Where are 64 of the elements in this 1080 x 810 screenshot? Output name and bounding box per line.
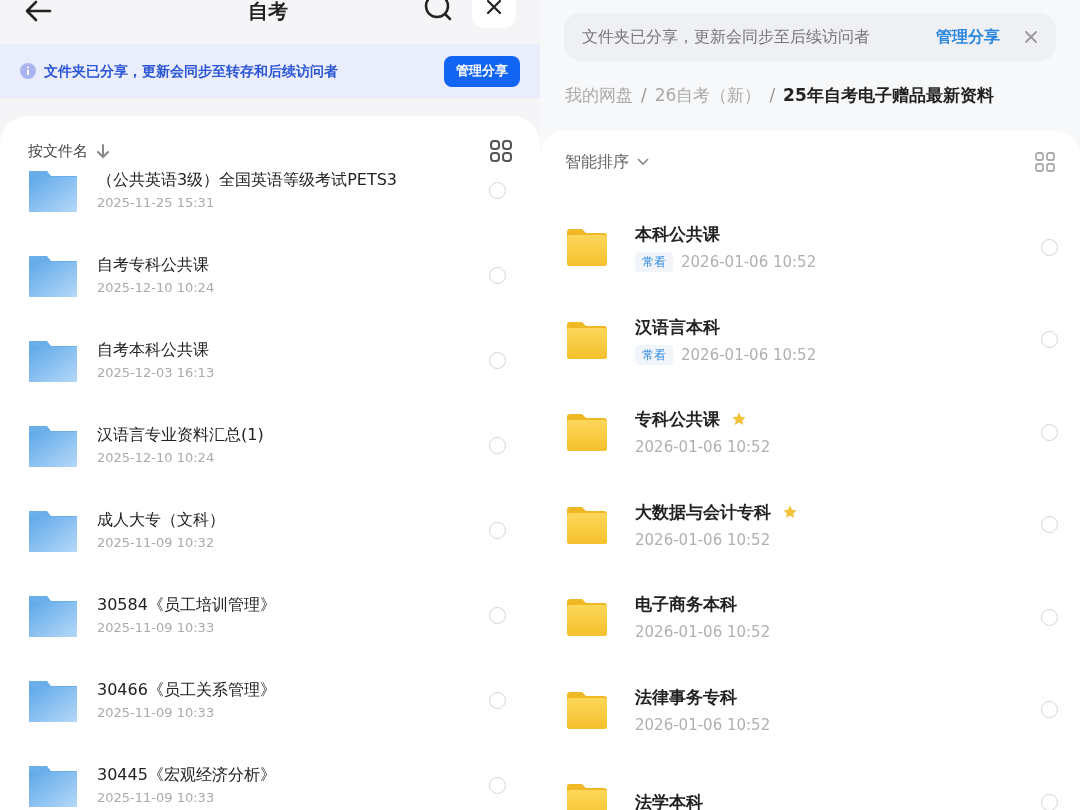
- folder-icon[interactable]: [567, 413, 607, 452]
- modified-date: 2025-12-10 10:24: [97, 279, 216, 297]
- folder-name[interactable]: 大数据与会计专科: [635, 499, 771, 524]
- modified-date: 2025-11-09 10:32: [97, 534, 216, 552]
- modified-date: 2025-11-09 10:33: [97, 789, 216, 807]
- breadcrumb-item[interactable]: 25年自考电子赠品最新资料: [783, 83, 994, 109]
- folder-icon[interactable]: [29, 593, 77, 638]
- share-notice: 文件夹已分享，更新会同步至转存和后续访问者: [44, 61, 339, 81]
- grid-view-icon[interactable]: [490, 140, 512, 162]
- breadcrumb-separator: /: [769, 84, 776, 108]
- modified-date: 2026-01-06 10:52: [681, 252, 817, 273]
- folder-icon[interactable]: [29, 678, 77, 723]
- modified-date: 2025-11-25 15:31: [97, 194, 216, 212]
- modified-date: 2025-11-09 10:33: [97, 704, 216, 722]
- folder-icon[interactable]: [567, 783, 607, 810]
- folder-icon[interactable]: [29, 338, 77, 383]
- modified-date: 2025-12-10 10:24: [97, 449, 216, 467]
- modified-date: 2026-01-06 10:52: [635, 437, 771, 458]
- sort-label[interactable]: 按文件名: [28, 139, 88, 163]
- file-name[interactable]: 30445《宏观经济分析》: [97, 764, 469, 786]
- manage-share-button[interactable]: 管理分享: [444, 55, 520, 87]
- folder-icon[interactable]: [29, 763, 77, 808]
- arrow-down-icon[interactable]: [96, 143, 110, 159]
- page-title: 自考: [248, 0, 288, 22]
- close-icon[interactable]: [1024, 30, 1038, 44]
- file-name[interactable]: 汉语言专业资料汇总(1): [97, 424, 469, 446]
- file-name[interactable]: 成人大专（文科）: [97, 509, 469, 531]
- file-name[interactable]: （公共英语3级）全国英语等级考试PETS3: [97, 169, 469, 191]
- share-notice: 文件夹已分享，更新会同步至后续访问者: [582, 26, 871, 48]
- sort-label[interactable]: 智能排序: [565, 150, 629, 174]
- folder-name[interactable]: 法律事务专科: [635, 684, 737, 709]
- chevron-down-icon[interactable]: [637, 158, 649, 166]
- folder-name[interactable]: 专科公共课: [635, 407, 720, 432]
- modified-date: 2026-01-06 10:52: [635, 714, 771, 735]
- folder-icon[interactable]: [567, 228, 607, 267]
- back-icon[interactable]: [24, 0, 52, 22]
- close-button[interactable]: [472, 0, 516, 28]
- modified-date: 2026-01-06 10:52: [635, 529, 771, 550]
- modified-date: 2026-01-06 10:52: [681, 344, 817, 365]
- folder-icon[interactable]: [29, 508, 77, 553]
- file-name[interactable]: 自考本科公共课: [97, 339, 469, 361]
- folder-icon[interactable]: [29, 423, 77, 468]
- modified-date: 2025-11-09 10:33: [97, 619, 216, 637]
- folder-name[interactable]: 电子商务本科: [635, 592, 737, 617]
- folder-name[interactable]: 法学本科: [635, 790, 703, 810]
- file-name[interactable]: 30584《员工培训管理》: [97, 594, 469, 616]
- frequent-tag: 常看: [635, 252, 673, 273]
- frequent-tag: 常看: [635, 344, 673, 365]
- folder-icon[interactable]: [567, 690, 607, 729]
- breadcrumb-separator: /: [641, 84, 647, 108]
- folder-name[interactable]: 本科公共课: [635, 222, 720, 247]
- folder-icon[interactable]: [567, 598, 607, 637]
- folder-icon[interactable]: [29, 253, 77, 298]
- folder-icon[interactable]: [29, 168, 77, 213]
- modified-date: 2026-01-06 10:52: [635, 622, 771, 643]
- info-icon: [20, 63, 36, 79]
- folder-icon[interactable]: [567, 505, 607, 544]
- folder-name[interactable]: 汉语言本科: [635, 314, 720, 339]
- search-icon[interactable]: [424, 0, 452, 22]
- modified-date: 2025-12-03 16:13: [97, 364, 216, 382]
- file-name[interactable]: 30466《员工关系管理》: [97, 679, 469, 701]
- file-name[interactable]: 自考专科公共课: [97, 254, 469, 276]
- folder-icon[interactable]: [567, 320, 607, 359]
- close-icon: [487, 0, 501, 14]
